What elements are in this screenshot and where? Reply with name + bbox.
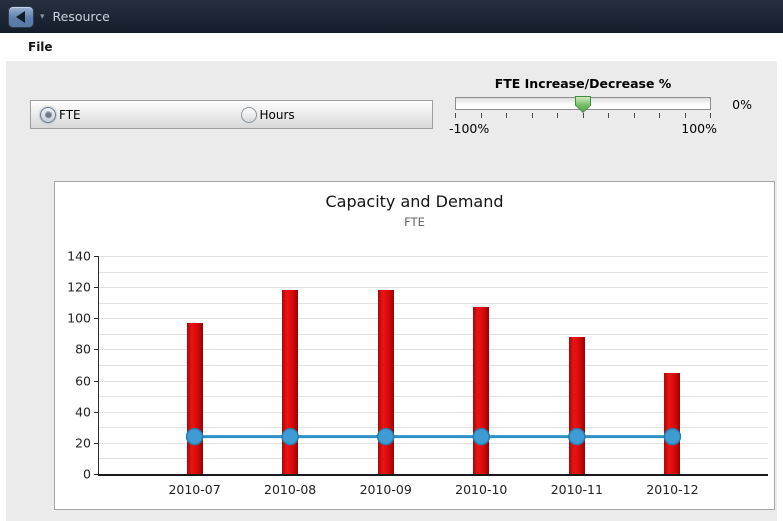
back-arrow-icon <box>16 11 25 23</box>
chart-subtitle: FTE <box>55 215 774 229</box>
slider-title: FTE Increase/Decrease % <box>455 76 711 91</box>
y-axis-tick-label: 40 <box>51 404 91 419</box>
slider-thumb[interactable] <box>575 96 591 113</box>
slider-tick <box>506 113 507 118</box>
menu-bar: File <box>0 33 783 61</box>
line-marker-2010-07 <box>187 429 203 445</box>
slider-tick <box>455 113 456 118</box>
fte-slider: FTE Increase/Decrease % 0% -100% 100% <box>455 76 711 136</box>
x-axis-label: 2010-07 <box>150 482 240 497</box>
radio-icon-fte[interactable] <box>40 107 56 123</box>
slider-tick <box>634 113 635 118</box>
y-axis-tick <box>94 349 98 350</box>
y-axis-tick-label: 20 <box>51 435 91 450</box>
x-axis-line <box>98 474 768 476</box>
x-axis-label: 2010-12 <box>627 482 717 497</box>
x-axis-label: 2010-08 <box>245 482 335 497</box>
radio-label-fte: FTE <box>59 108 81 122</box>
y-axis-tick <box>94 256 98 257</box>
slider-tick <box>557 113 558 118</box>
slider-tick <box>659 113 660 118</box>
x-axis-label: 2010-10 <box>436 482 526 497</box>
y-axis-tick-label: 140 <box>51 249 91 264</box>
chart-panel: Capacity and Demand FTE 0204060801001201… <box>54 181 775 510</box>
slider-thumb-face <box>576 97 590 112</box>
line-series <box>99 256 768 474</box>
title-bar: ▾ Resource <box>0 0 783 33</box>
line-marker-2010-09 <box>378 429 394 445</box>
line-marker-2010-08 <box>282 429 298 445</box>
x-axis-label: 2010-11 <box>532 482 622 497</box>
x-axis-label: 2010-09 <box>341 482 431 497</box>
slider-min-label: -100% <box>449 121 489 136</box>
menu-item-file[interactable]: File <box>28 40 53 54</box>
back-button[interactable] <box>8 6 34 28</box>
slider-tick <box>583 113 584 118</box>
content-area: FTE Hours FTE Increase/Decrease % 0% -10… <box>6 61 777 521</box>
chevron-down-icon[interactable]: ▾ <box>40 12 45 22</box>
radio-dot-icon <box>45 111 52 118</box>
radio-option-fte[interactable]: FTE <box>31 107 232 123</box>
radio-option-hours[interactable]: Hours <box>232 107 433 123</box>
y-axis-tick <box>94 287 98 288</box>
line-marker-2010-11 <box>569 429 585 445</box>
slider-track[interactable]: 0% <box>455 97 711 110</box>
slider-range-labels: -100% 100% <box>449 121 717 136</box>
chart-title: Capacity and Demand <box>55 192 774 211</box>
y-axis-tick <box>94 381 98 382</box>
slider-tick <box>710 113 711 118</box>
unit-toggle-group: FTE Hours <box>30 100 433 129</box>
line-marker-2010-12 <box>664 429 680 445</box>
line-marker-2010-10 <box>473 429 489 445</box>
radio-label-hours: Hours <box>260 108 295 122</box>
y-axis-tick <box>94 412 98 413</box>
y-axis-tick-label: 80 <box>51 342 91 357</box>
slider-tick <box>685 113 686 118</box>
y-axis-tick-label: 100 <box>51 311 91 326</box>
y-axis-tick <box>94 443 98 444</box>
plot-area: 0204060801001201402010-072010-082010-092… <box>99 256 768 474</box>
y-axis-tick-label: 0 <box>51 467 91 482</box>
slider-tick <box>481 113 482 118</box>
radio-icon-hours[interactable] <box>241 107 257 123</box>
slider-tick <box>532 113 533 118</box>
slider-tick <box>608 113 609 118</box>
y-axis-tick-label: 120 <box>51 280 91 295</box>
window-title: Resource <box>53 9 110 24</box>
slider-tick-marks <box>455 113 711 119</box>
y-axis-tick <box>94 474 98 475</box>
y-axis-tick-label: 60 <box>51 373 91 388</box>
y-axis-tick <box>94 318 98 319</box>
slider-value: 0% <box>732 97 752 112</box>
slider-max-label: 100% <box>681 121 717 136</box>
